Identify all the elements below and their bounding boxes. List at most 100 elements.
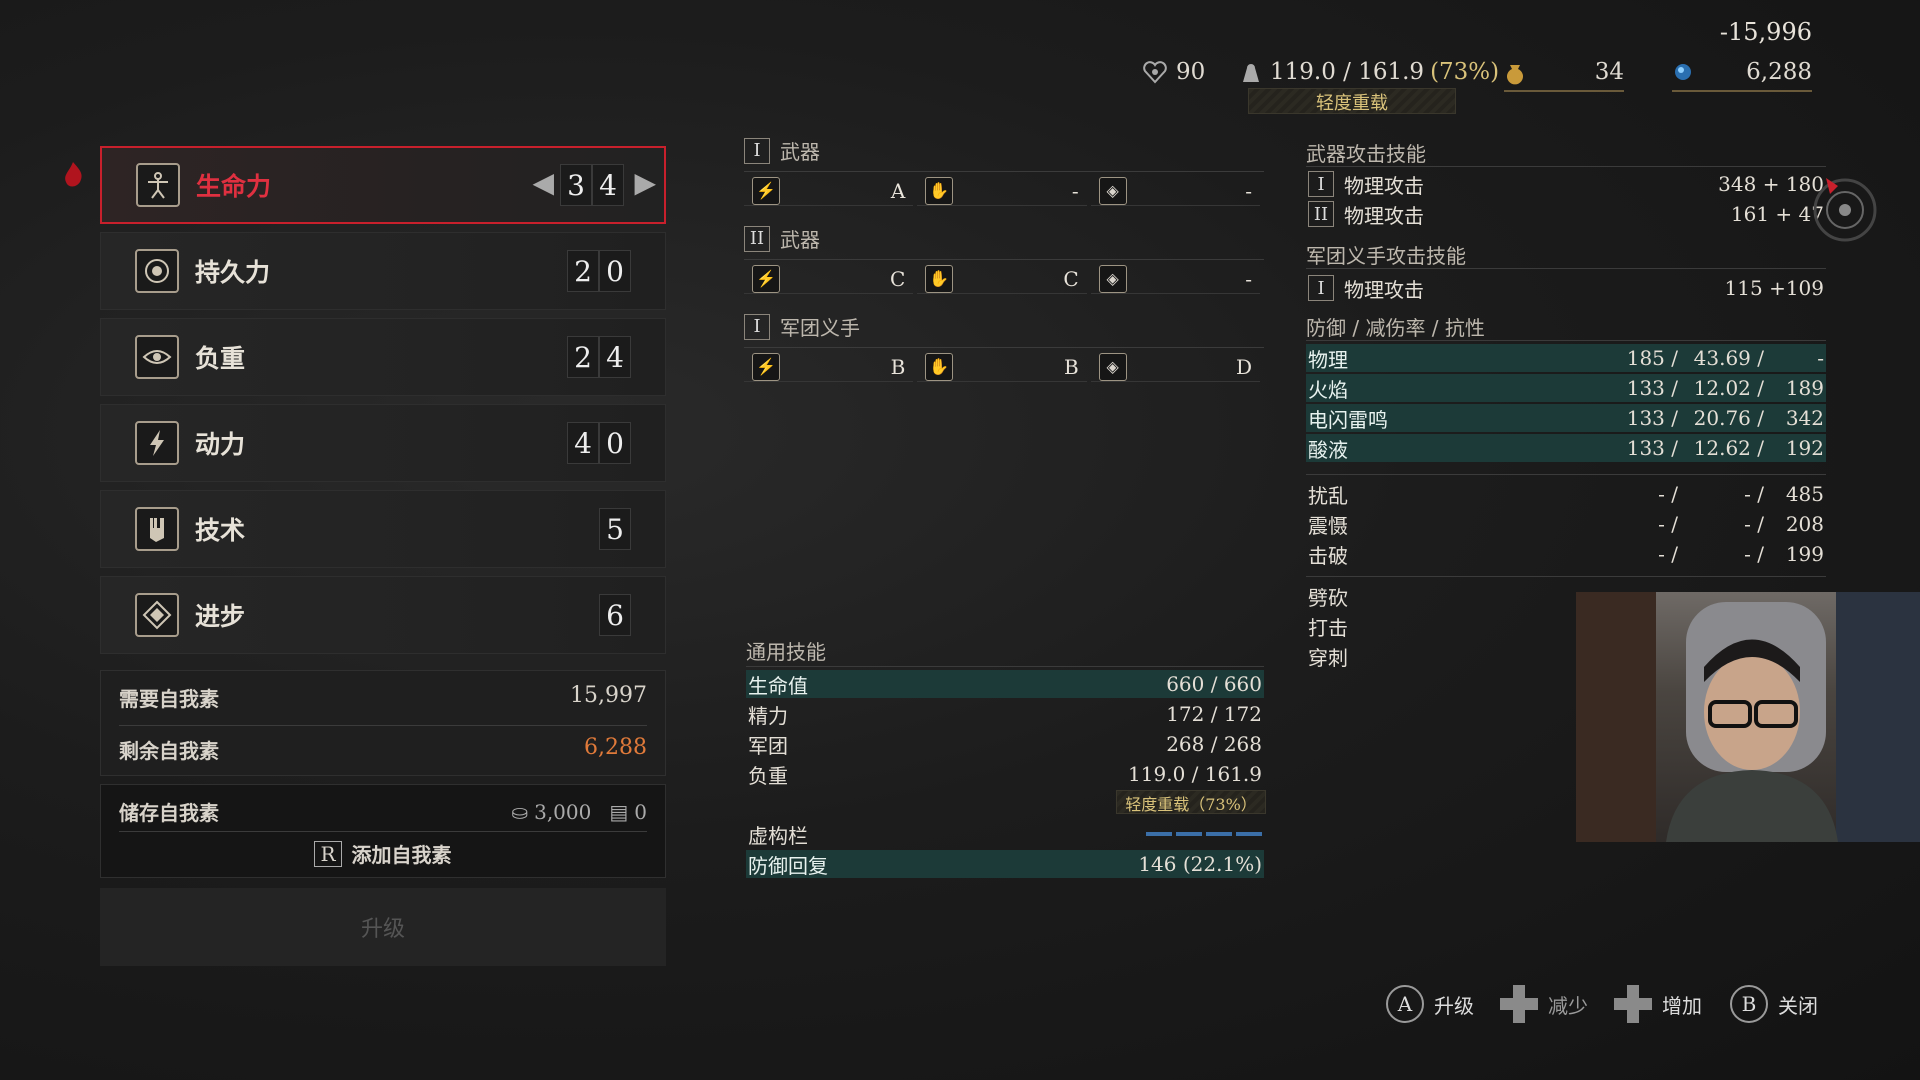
defense-label: 酸液 <box>1308 437 1348 462</box>
attribute-row-vitality[interactable]: 生命力 ◀ 3 4 ▶ <box>100 146 666 224</box>
damage-reduction-value: 12.62 / <box>1693 436 1764 460</box>
ergo-cost-panel: 需要自我素 15,997 剩余自我素 6,288 <box>100 670 666 776</box>
roman-numeral: I <box>1308 171 1334 197</box>
attribute-digit: 4 <box>592 164 624 206</box>
defense-title: 防御 / 减伤率 / 抗性 <box>1306 316 1485 340</box>
attack-label: 物理攻击 <box>1344 203 1424 228</box>
weight-stat: 119.0 / 161.9 (73%) <box>1240 54 1499 90</box>
status-row-disrupt: 扰乱 - / - / 485 <box>1306 480 1826 508</box>
defense-value: - / <box>1658 482 1678 506</box>
scaling-grade: A <box>890 178 906 203</box>
status-row-shock: 震慑 - / - / 208 <box>1306 510 1826 538</box>
defense-value: 133 / <box>1626 436 1678 460</box>
ergo-stat: 6,288 <box>1672 54 1812 92</box>
vitruvian-icon <box>136 163 180 207</box>
weapon-2-scaling: ⚡ C ✋ C ◈ - <box>744 264 1264 294</box>
stored-ergo-value: 3,000 <box>534 799 592 824</box>
required-ergo-label: 需要自我素 <box>119 687 219 711</box>
weight-icon <box>1243 64 1259 82</box>
attack-label: 物理攻击 <box>1344 173 1424 198</box>
defense-value: 133 / <box>1626 376 1678 400</box>
attribute-row-endurance[interactable]: 持久力 2 0 <box>100 232 666 310</box>
remaining-ergo-value: 6,288 <box>584 735 647 760</box>
resistance-value: 485 <box>1785 482 1824 506</box>
stat-value: 660 / 660 <box>1166 672 1262 696</box>
attribute-digit: 5 <box>599 508 631 550</box>
gauntlet-icon: ✋ <box>925 352 954 381</box>
defense-value: - / <box>1658 512 1678 536</box>
attribute-row-capacity[interactable]: 负重 2 4 <box>100 318 666 396</box>
attribute-digit: 2 <box>567 336 599 378</box>
control-increase[interactable]: 增加 <box>1614 984 1702 1024</box>
attribute-digit: 0 <box>599 422 631 464</box>
damage-reduction-value: - / <box>1744 512 1764 536</box>
stat-label: 精力 <box>748 703 788 728</box>
attribute-digit: 0 <box>599 250 631 292</box>
heart-icon <box>1143 61 1167 84</box>
attribute-row-technique[interactable]: 技术 5 <box>100 490 666 568</box>
attribute-label: 生命力 <box>196 172 272 201</box>
dpad-right-icon <box>1614 985 1652 1023</box>
add-ergo-label: 添加自我素 <box>351 843 452 867</box>
weapon-1-scaling: ⚡ A ✋ - ◈ - <box>744 176 1264 206</box>
lightning-icon: ⚡ <box>752 352 780 381</box>
streamer-image <box>1576 592 1920 842</box>
attribute-row-motivity[interactable]: 动力 4 0 <box>100 404 666 482</box>
control-upgrade[interactable]: A 升级 <box>1386 984 1474 1024</box>
attribute-digit: 4 <box>599 336 631 378</box>
decrease-arrow-icon[interactable]: ◀ <box>532 166 554 199</box>
attribute-digit: 4 <box>567 422 599 464</box>
load-status-tag: 轻度重载 <box>1248 88 1456 114</box>
attribute-label: 动力 <box>195 430 246 459</box>
weapon-2-title: II 武器 <box>744 224 1264 253</box>
upgrade-button[interactable]: 升级 <box>100 888 666 966</box>
attack-value: 115 +109 <box>1724 276 1824 300</box>
target-icon <box>135 249 179 293</box>
add-ergo-button[interactable]: R 添加自我素 <box>101 839 665 868</box>
stat-row-fiction: 虚构栏 <box>746 820 1264 848</box>
control-label: 增加 <box>1662 993 1702 1018</box>
load-status-tag-small: 轻度重载（73%） <box>1116 790 1266 814</box>
roman-numeral: I <box>1308 275 1334 301</box>
weapon-attack-title: 武器攻击技能 <box>1306 142 1426 166</box>
status-row-break: 击破 - / - / 199 <box>1306 540 1826 568</box>
stat-label: 防御回复 <box>748 853 828 878</box>
increase-arrow-icon[interactable]: ▶ <box>634 166 656 199</box>
stat-row-guard-regain: 防御回复 146 (22.1%) <box>746 850 1264 878</box>
webcam-overlay <box>1576 592 1920 842</box>
eye-icon <box>135 335 179 379</box>
level-stat: 90 <box>1142 54 1205 90</box>
diamond-icon: ◈ <box>1098 176 1127 205</box>
defense-row-acid: 酸液 133 / 12.62 / 192 <box>1306 434 1826 462</box>
roman-numeral: II <box>744 225 770 252</box>
lightning-icon <box>135 421 179 465</box>
damage-type-pierce: 穿刺 <box>1306 642 1506 670</box>
defense-value: - / <box>1658 542 1678 566</box>
diamond-icon: ◈ <box>1098 264 1127 293</box>
weapon-2-attack-row: II 物理攻击 161 + 47 <box>1306 200 1826 228</box>
damage-type-label: 打击 <box>1308 615 1348 640</box>
defense-label: 物理 <box>1308 347 1348 372</box>
weapon-title-label: 武器 <box>780 140 820 164</box>
control-label: 关闭 <box>1778 993 1818 1018</box>
weapon-1-title: I 武器 <box>744 136 1264 165</box>
card-icon: ▤ <box>609 799 629 824</box>
general-stats-title: 通用技能 <box>746 640 826 664</box>
roman-numeral: I <box>744 313 770 340</box>
ergo-orb-icon <box>1675 64 1691 80</box>
damage-type-label: 劈砍 <box>1308 585 1348 610</box>
roman-numeral: II <box>1308 201 1334 227</box>
stat-label: 生命值 <box>748 673 808 698</box>
control-label: 减少 <box>1548 993 1588 1018</box>
control-decrease[interactable]: 减少 <box>1500 984 1588 1024</box>
attribute-row-advance[interactable]: 进步 6 <box>100 576 666 654</box>
ergo-delta: -15,996 <box>1719 18 1812 46</box>
control-close[interactable]: B 关闭 <box>1730 984 1818 1024</box>
attack-label: 物理攻击 <box>1344 277 1424 302</box>
defense-row-physical: 物理 185 / 43.69 / - <box>1306 344 1826 372</box>
stat-label: 虚构栏 <box>748 823 808 848</box>
resistance-value: 208 <box>1785 512 1824 536</box>
status-label: 震慑 <box>1308 513 1348 538</box>
attribute-label: 负重 <box>195 344 246 373</box>
scaling-grade: - <box>1245 178 1252 203</box>
